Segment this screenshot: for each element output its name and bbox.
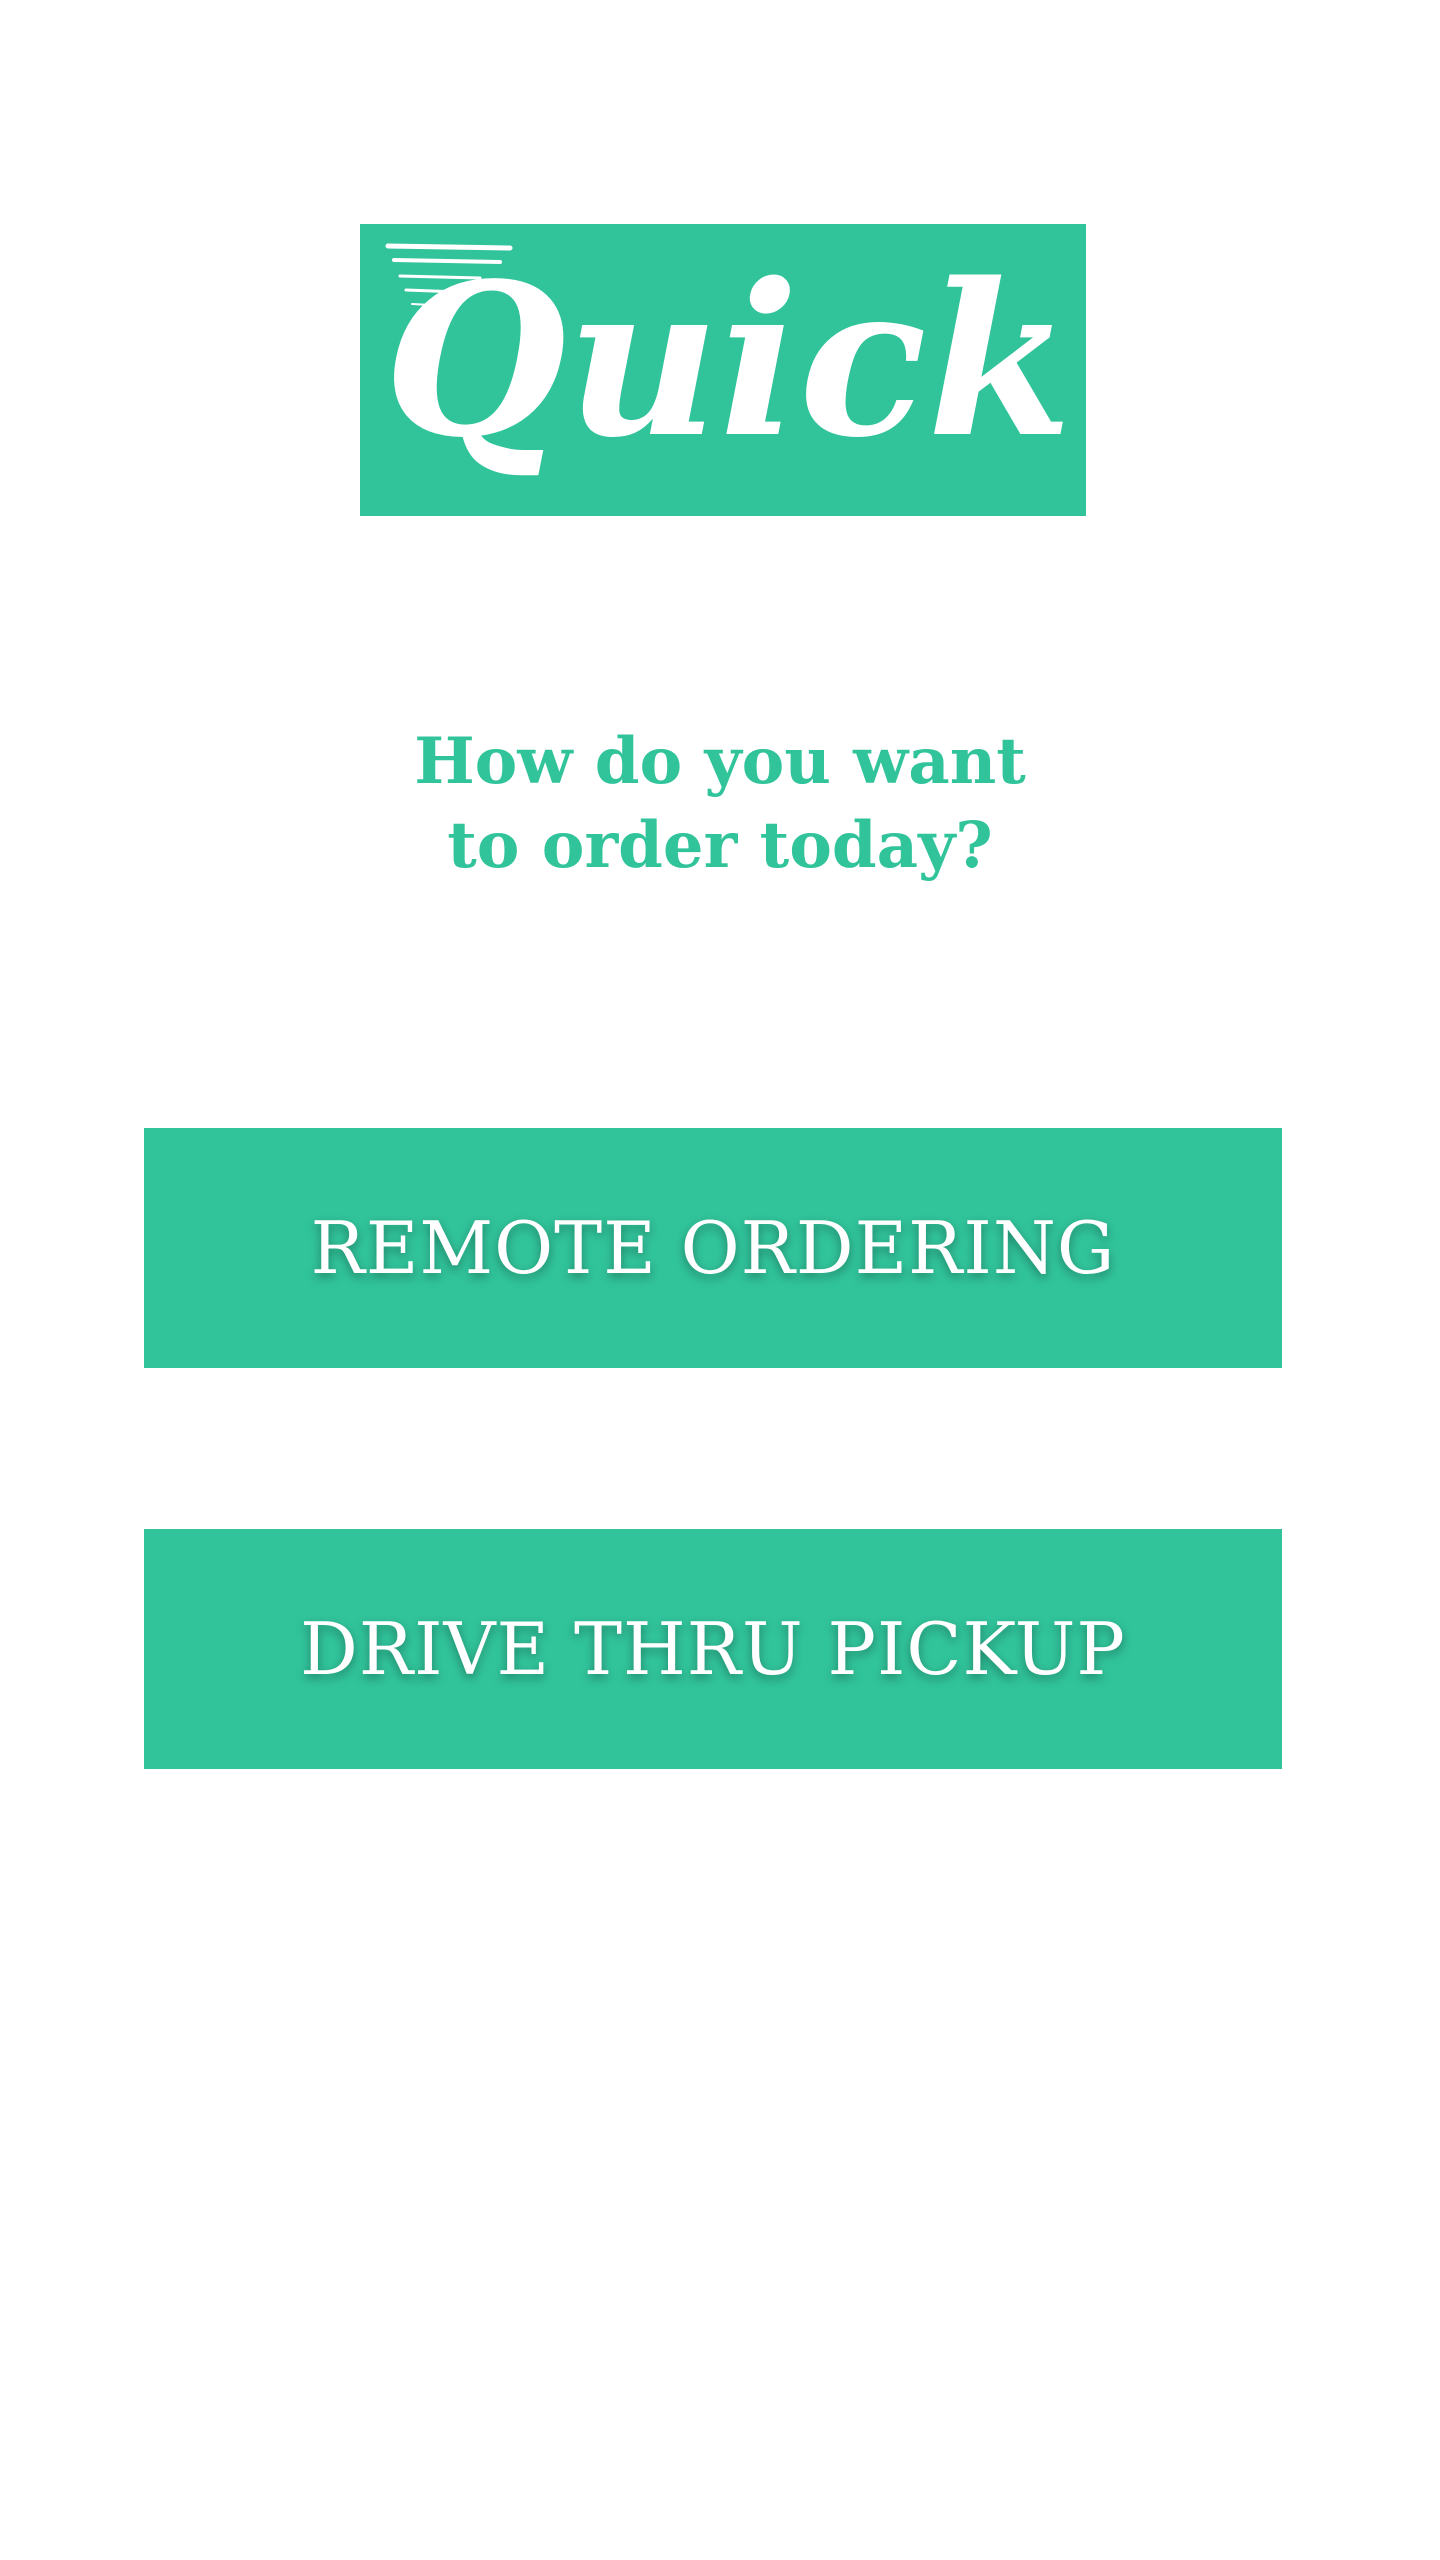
remote-ordering-button[interactable]: REMOTE ORDERING bbox=[144, 1128, 1282, 1368]
page-title-line-1: How do you want bbox=[414, 724, 1026, 799]
page-title-line-2: to order today? bbox=[447, 808, 993, 883]
page-title: How do you want to order today? bbox=[0, 720, 1440, 888]
logo-wordmark: Quick bbox=[384, 237, 1073, 484]
drive-thru-pickup-button[interactable]: DRIVE THRU PICKUP bbox=[144, 1529, 1282, 1769]
quick-logo: Quick bbox=[360, 224, 1086, 516]
quick-logo-graphic: Quick bbox=[384, 237, 1073, 484]
